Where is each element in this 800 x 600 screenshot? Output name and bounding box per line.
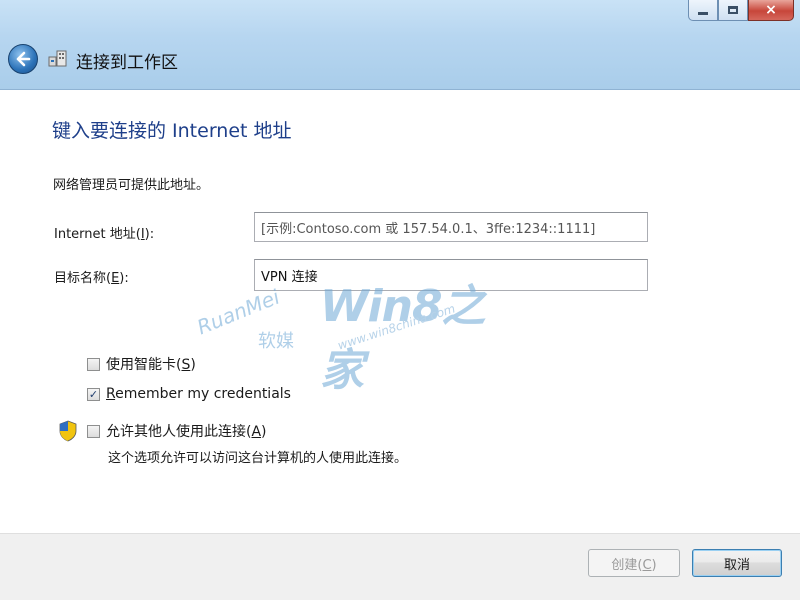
smart-card-option[interactable]: 使用智能卡(S) [87, 354, 196, 374]
window-title: 连接到工作区 [76, 53, 178, 73]
internet-address-label-suffix: ): [144, 227, 155, 242]
internet-address-label-prefix: Internet 地址( [54, 227, 141, 242]
watermark-left-cn: 软媒 [258, 331, 294, 352]
allow-others-label-key: A [251, 424, 262, 440]
allow-others-label: 允许其他人使用此连接(A) [106, 421, 267, 441]
internet-address-input[interactable]: [示例:Contoso.com 或 157.54.0.1、3ffe:1234::… [254, 212, 648, 242]
back-arrow-icon [16, 51, 31, 67]
window-controls: × [688, 0, 794, 21]
internet-address-label: Internet 地址(I): [54, 223, 154, 242]
destination-name-label: 目标名称(E): [54, 267, 129, 286]
allow-others-label-suffix: ) [261, 424, 267, 440]
remember-credentials-checkbox[interactable]: ✓ [87, 387, 100, 401]
destination-name-label-prefix: 目标名称( [54, 271, 112, 286]
remember-credentials-label-key: R [106, 386, 116, 402]
remember-credentials-option[interactable]: ✓ Remember my credentials [87, 386, 291, 402]
internet-address-placeholder: [示例:Contoso.com 或 157.54.0.1、3ffe:1234::… [261, 221, 596, 237]
cancel-button[interactable]: 取消 [692, 549, 782, 577]
allow-others-option[interactable]: 允许其他人使用此连接(A) [87, 421, 267, 441]
smart-card-label: 使用智能卡(S) [106, 354, 196, 374]
allow-others-note: 这个选项允许可以访问这台计算机的人使用此连接。 [108, 451, 408, 466]
back-button[interactable] [8, 44, 38, 74]
create-button-label: 创建(C) [611, 554, 656, 573]
checkmark-icon: ✓ [88, 387, 99, 401]
maximize-icon [728, 6, 738, 14]
title-bar: × 连接到工作区 [0, 0, 800, 90]
uac-shield-icon [59, 420, 77, 442]
allow-others-label-prefix: 允许其他人使用此连接( [106, 424, 252, 440]
watermark-main-text: Win8之家 [320, 281, 486, 396]
close-icon: × [765, 2, 777, 18]
destination-name-label-suffix: ): [119, 271, 129, 286]
create-button-label-prefix: 创建( [611, 557, 643, 573]
dialog-footer [0, 533, 800, 600]
page-heading: 键入要连接的 Internet 地址 [52, 120, 292, 142]
smart-card-label-suffix: ) [190, 357, 196, 373]
create-button[interactable]: 创建(C) [588, 549, 680, 577]
watermark: RuanMei 软媒 Win8之家 www.win8china.com [180, 245, 500, 396]
intro-text: 网络管理员可提供此地址。 [53, 178, 210, 193]
network-workplace-icon [48, 50, 67, 67]
smart-card-label-prefix: 使用智能卡( [106, 357, 182, 373]
minimize-icon [698, 11, 708, 15]
create-button-label-key: C [642, 557, 652, 573]
create-button-label-suffix: ) [651, 557, 657, 573]
close-button[interactable]: × [748, 0, 794, 21]
remember-credentials-label-text: emember my credentials [115, 386, 291, 402]
minimize-button[interactable] [688, 0, 718, 21]
maximize-button[interactable] [718, 0, 748, 21]
smart-card-checkbox[interactable] [87, 357, 100, 371]
remember-credentials-label: Remember my credentials [106, 386, 291, 402]
allow-others-checkbox[interactable] [87, 424, 100, 438]
